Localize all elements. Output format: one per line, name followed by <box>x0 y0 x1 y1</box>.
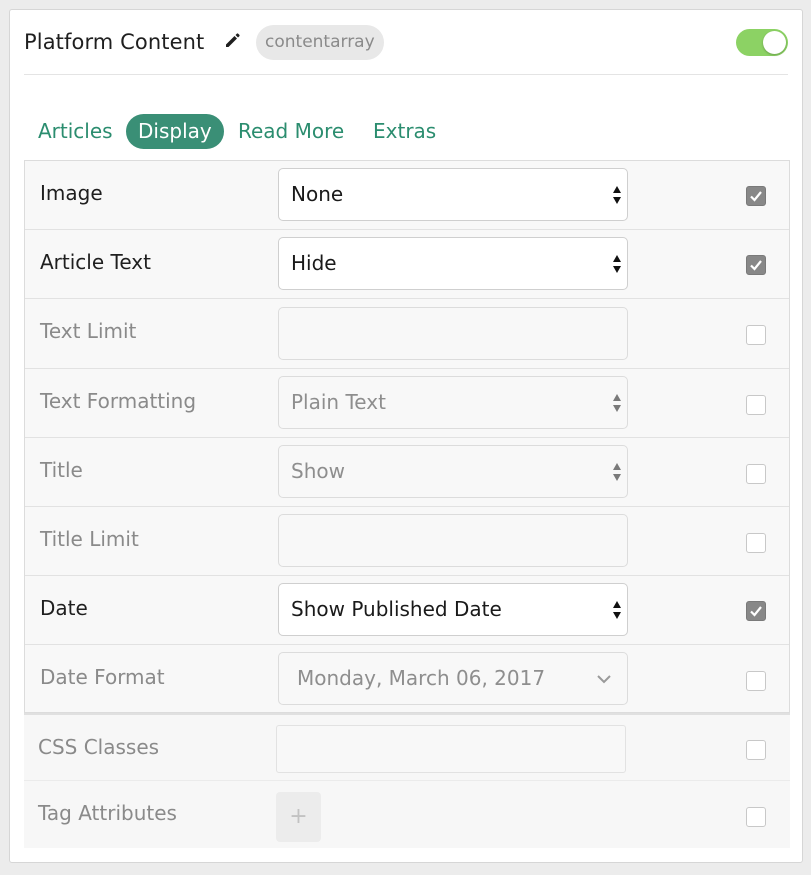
article-text-checkbox[interactable] <box>746 255 766 275</box>
plus-icon: + <box>289 804 308 829</box>
text-limit-checkbox[interactable] <box>746 325 766 345</box>
row-label: Title Limit <box>40 527 139 551</box>
tab-display[interactable]: Display <box>126 114 224 149</box>
checkmark-icon <box>750 191 762 202</box>
display-settings-table: Image None Article Text Hide Text Limit <box>24 160 790 713</box>
text-formatting-checkbox[interactable] <box>746 395 766 415</box>
dropdown-value: Monday, March 06, 2017 <box>297 666 546 690</box>
date-format-checkbox[interactable] <box>746 671 766 691</box>
row-article-text: Article Text Hide <box>25 230 789 299</box>
select-value: Show Published Date <box>291 597 502 621</box>
row-label: Article Text <box>40 250 151 274</box>
title-limit-checkbox[interactable] <box>746 533 766 553</box>
row-date-format: Date Format Monday, March 06, 2017 <box>25 645 789 714</box>
select-arrows-icon <box>613 463 621 481</box>
tag-attributes-label: Tag Attributes <box>38 801 177 825</box>
date-select[interactable]: Show Published Date <box>278 583 628 636</box>
add-attribute-button[interactable]: + <box>276 792 321 842</box>
text-limit-input[interactable] <box>278 307 628 360</box>
pencil-icon[interactable] <box>223 30 243 50</box>
row-css-classes: CSS Classes <box>24 715 790 781</box>
row-label: Text Formatting <box>40 389 197 413</box>
row-label: Title <box>40 458 83 482</box>
css-classes-checkbox[interactable] <box>746 740 766 760</box>
title-select[interactable]: Show <box>278 445 628 498</box>
element-attributes-section: CSS Classes Tag Attributes + <box>24 713 790 848</box>
row-text-formatting: Text Formatting Plain Text <box>25 369 789 438</box>
image-select[interactable]: None <box>278 168 628 221</box>
css-classes-label: CSS Classes <box>38 735 160 759</box>
row-label: Date Format <box>40 665 165 689</box>
text-formatting-select[interactable]: Plain Text <box>278 376 628 429</box>
row-label: Image <box>40 181 103 205</box>
header-divider <box>24 74 788 75</box>
enable-toggle[interactable] <box>736 29 788 56</box>
article-text-select[interactable]: Hide <box>278 237 628 290</box>
image-checkbox[interactable] <box>746 186 766 206</box>
row-image: Image None <box>25 161 789 230</box>
tab-extras[interactable]: Extras <box>361 114 448 149</box>
tab-articles[interactable]: Articles <box>26 114 125 149</box>
row-title-limit: Title Limit <box>25 507 789 576</box>
css-classes-input[interactable] <box>276 725 626 773</box>
select-arrows-icon <box>613 186 621 204</box>
date-checkbox[interactable] <box>746 601 766 621</box>
row-title: Title Show <box>25 438 789 507</box>
select-value: Hide <box>291 251 337 275</box>
row-label: Text Limit <box>40 319 137 343</box>
chevron-down-icon <box>597 675 611 684</box>
date-format-dropdown[interactable]: Monday, March 06, 2017 <box>278 652 628 705</box>
select-arrows-icon <box>613 601 621 619</box>
tab-read-more[interactable]: Read More <box>226 114 356 149</box>
platform-content-panel: Platform Content contentarray Articles D… <box>9 9 803 863</box>
title-checkbox[interactable] <box>746 464 766 484</box>
title-limit-input[interactable] <box>278 514 628 567</box>
row-text-limit: Text Limit <box>25 299 789 369</box>
panel-header: Platform Content contentarray <box>10 10 802 75</box>
tag-attributes-checkbox[interactable] <box>746 807 766 827</box>
row-date: Date Show Published Date <box>25 576 789 645</box>
row-label: Date <box>40 596 88 620</box>
toggle-knob <box>763 31 786 54</box>
panel-title: Platform Content <box>24 30 205 54</box>
select-arrows-icon <box>613 394 621 412</box>
select-value: Show <box>291 459 345 483</box>
row-tag-attributes: Tag Attributes + <box>24 781 790 850</box>
content-type-badge: contentarray <box>256 25 384 60</box>
select-value: None <box>291 182 344 206</box>
checkmark-icon <box>750 260 762 271</box>
select-value: Plain Text <box>291 390 386 414</box>
checkmark-icon <box>750 606 762 617</box>
select-arrows-icon <box>613 255 621 273</box>
